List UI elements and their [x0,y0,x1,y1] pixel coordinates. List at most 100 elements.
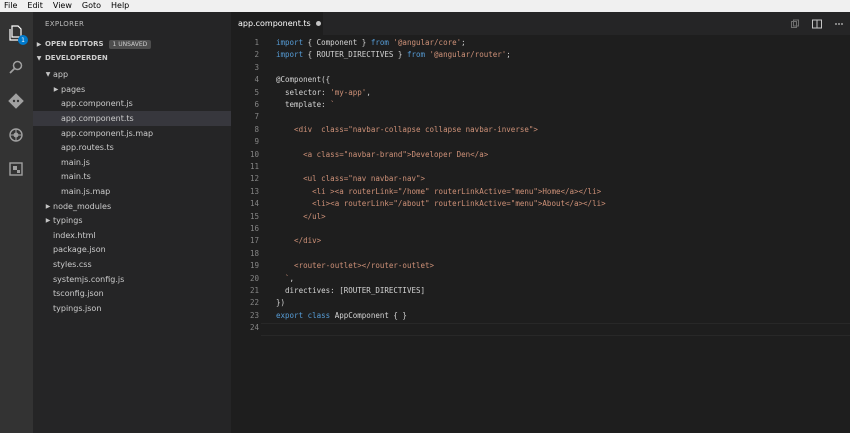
line-number: 11 [249,162,259,171]
menu-help[interactable]: Help [107,0,135,12]
code-line[interactable]: import { ROUTER_DIRECTIVES } from '@angu… [276,49,511,61]
open-changes-icon[interactable] [784,12,806,35]
code-token: <router-outlet></router-outlet> [276,261,435,271]
code-line[interactable]: @Component({ [276,74,330,86]
code-line[interactable]: export class AppComponent { } [276,310,407,322]
line-number: 4 [254,75,259,85]
project-label: DEVELOPERDEN [45,54,108,62]
debug-icon[interactable] [7,126,25,144]
code-token: import [276,50,304,60]
tree-item-label: main.js [61,157,90,167]
tree-item-label: pages [61,84,86,94]
tree-item[interactable]: typings.json [33,301,231,316]
tree-item[interactable]: styles.css [33,257,231,272]
code-token: '@angular/core' [393,38,462,47]
code-token: ` [330,100,335,109]
line-number: 19 [249,261,259,271]
menu-file[interactable]: File [0,0,23,12]
tab-app-component-ts[interactable]: app.component.ts [231,12,323,35]
chevron-right-icon: ▶ [45,202,51,210]
git-icon[interactable] [7,92,25,110]
code-token: class [307,310,331,320]
menu-goto[interactable]: Goto [78,0,107,12]
tree-item[interactable]: ▶ pages [33,82,231,97]
line-number: 2 [254,50,259,60]
search-icon[interactable] [7,58,25,76]
code-token: export [276,310,304,320]
code-token: </div> [276,236,322,246]
code-line[interactable]: <ul class="nav navbar-nav"> [276,173,425,185]
line-number: 12 [249,174,259,184]
code-line[interactable]: `, [276,273,294,285]
code-line[interactable]: selector: 'my-app', [276,87,371,99]
line-number: 6 [254,100,259,109]
tree-item[interactable]: index.html [33,228,231,243]
open-editors-header[interactable]: ▶ OPEN EDITORS 1 UNSAVED [33,37,231,51]
extensions-icon[interactable] [7,160,25,178]
tree-item-label: main.ts [61,172,91,182]
code-token: template: [276,100,331,109]
code-line[interactable]: import { Component } from '@angular/core… [276,37,466,49]
tree-item[interactable]: ▶ node_modules [33,199,231,214]
code-line[interactable]: <div class="navbar-collapse collapse nav… [276,124,538,136]
line-number: 1 [254,38,259,47]
code-token: AppComponent { } [330,310,407,320]
tree-item-label: styles.css [53,260,92,270]
line-number: 16 [249,224,259,233]
current-line-highlight [261,323,850,336]
code-line[interactable]: <a class="navbar-brand">Developer Den</a… [276,149,488,161]
tree-item-label: main.js.map [61,187,111,197]
code-token: , [366,87,371,97]
code-token: import [276,38,304,47]
unsaved-dot-icon[interactable] [315,21,321,26]
code-token: ` [276,273,290,283]
tree-item-label: typings [53,216,83,226]
tree-item[interactable]: systemjs.config.js [33,272,231,287]
tab-bar: app.component.ts [231,12,850,35]
files-icon[interactable]: 1 [7,24,28,45]
line-number: 10 [249,149,259,159]
tree-item[interactable]: app.component.ts [33,111,231,126]
code-editor[interactable]: 1 2 3 4 5 6 7 8 9 10 11 12 13 14 15 16 17 18 19 20 21 22 23 24 … [231,35,850,433]
tree-item-label: node_modules [53,201,112,211]
tree-item[interactable]: main.js.map [33,184,231,199]
project-header[interactable]: ▼ DEVELOPERDEN [33,51,231,65]
code-line[interactable]: <router-outlet></router-outlet> [276,260,434,272]
code-line[interactable]: }) [276,297,285,309]
line-number: 20 [249,273,259,283]
tree-item[interactable]: main.js [33,155,231,170]
tree-item-label: systemjs.config.js [53,274,125,284]
more-actions-icon[interactable] [828,12,850,35]
tree-item[interactable]: main.ts [33,170,231,185]
tree-item[interactable]: app.component.js [33,97,231,112]
code-line[interactable]: </div> [276,235,321,247]
code-line[interactable]: directives: [ROUTER_DIRECTIVES] [276,285,425,297]
tree-item[interactable]: ▼ app [33,68,231,83]
menu-view[interactable]: View [49,0,78,12]
tree-item-label: typings.json [53,303,102,313]
tree-item[interactable]: package.json [33,243,231,258]
code-token: '@angular/router' [429,50,507,60]
tab-label: app.component.ts [238,19,311,28]
line-number: 15 [249,211,259,221]
code-line[interactable]: template: ` [276,99,335,111]
code-token: ; [506,50,511,60]
code-token: selector: [276,87,331,97]
code-token: 'my-app' [330,87,367,97]
tree-item[interactable]: app.component.js.map [33,126,231,141]
code-token: <a class="navbar-brand">Developer Den</a… [276,149,489,159]
code-line[interactable]: <li><a routerLink="/about" routerLinkAct… [276,198,606,210]
line-number: 8 [254,124,259,134]
line-number: 3 [254,62,259,72]
menu-edit[interactable]: Edit [23,0,49,12]
tree-item[interactable]: app.routes.ts [33,141,231,156]
tree-item[interactable]: tsconfig.json [33,287,231,302]
code-line[interactable]: </ul> [276,211,326,223]
explorer-sidebar: EXPLORER ▶ OPEN EDITORS 1 UNSAVED ▼ DEVE… [33,12,231,433]
code-line[interactable]: <li ><a routerLink="/home" routerLinkAct… [276,186,601,198]
line-number: 7 [254,112,259,122]
chevron-right-icon: ▶ [53,85,59,93]
tree-item[interactable]: ▶ typings [33,214,231,229]
sidebar-title: EXPLORER [45,20,85,28]
split-editor-icon[interactable] [806,12,828,35]
